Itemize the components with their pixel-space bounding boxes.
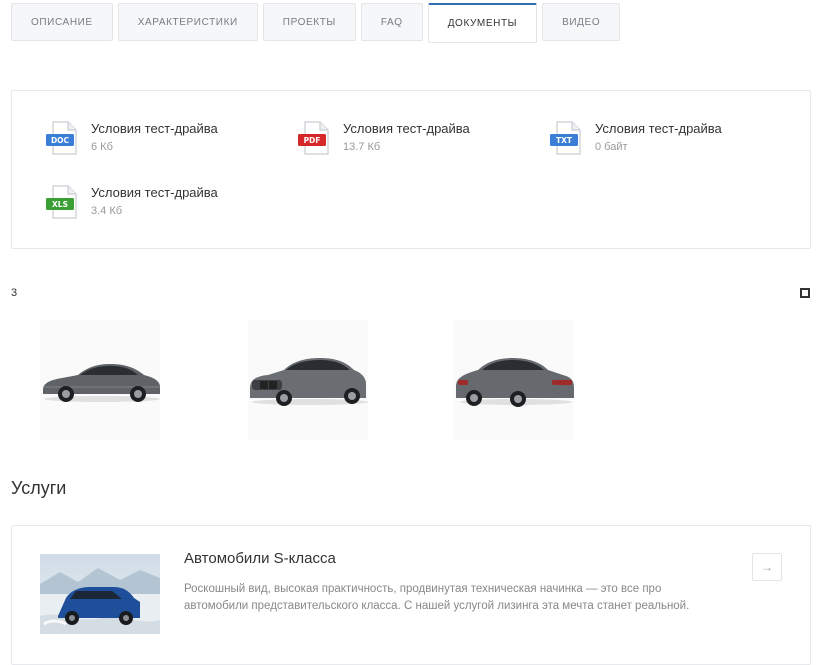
document-item-txt[interactable]: TXT Условия тест-драйва 0 байт [549,121,779,161]
car-front-image [250,358,368,406]
document-title[interactable]: Условия тест-драйва [595,121,722,136]
tab-specifications[interactable]: ХАРАКТЕРИСТИКИ [117,3,258,41]
document-title[interactable]: Условия тест-драйва [343,121,470,136]
document-title[interactable]: Условия тест-драйва [91,121,218,136]
suv-image [40,554,160,634]
document-item-xls[interactable]: XLS Условия тест-драйва 3.4 Кб [45,185,275,225]
gallery-thumb-rear[interactable] [454,320,574,440]
txt-file-icon: TXT [550,121,581,155]
arrow-right-icon[interactable]: → [752,553,782,581]
service-description: Роскошный вид, высокая практичность, про… [184,583,690,612]
service-image[interactable] [40,554,160,634]
document-size: 0 байт [595,141,628,153]
doc-file-icon: DOC [46,121,77,155]
document-size: 13.7 Кб [343,141,381,153]
car-rear-image [456,358,574,407]
xls-file-icon: XLS [46,185,77,219]
tab-projects[interactable]: ПРОЕКТЫ [262,3,356,41]
tab-video[interactable]: ВИДЕО [542,3,621,41]
file-type-label: PDF [304,136,321,145]
tab-faq[interactable]: FAQ [360,3,423,41]
document-item-doc[interactable]: DOC Условия тест-драйва 6 Кб [45,121,275,161]
gallery-thumb-side[interactable] [40,320,160,440]
tab-documents[interactable]: ДОКУМЕНТЫ [427,3,538,43]
tab-description[interactable]: ОПИСАНИЕ [11,3,113,41]
document-size: 3.4 Кб [91,205,123,217]
document-title[interactable]: Условия тест-драйва [91,185,218,200]
service-name[interactable]: Автомобили S-класса [184,550,336,567]
documents-panel: DOC Условия тест-драйва 6 Кб PDF Условия… [11,90,811,249]
square-icon[interactable] [800,288,810,298]
file-type-label: XLS [52,200,68,209]
car-side-image [43,364,160,402]
service-card: Автомобили S-класса Роскошный вид, высок… [11,525,811,665]
document-item-pdf[interactable]: PDF Условия тест-драйва 13.7 Кб [297,121,527,161]
file-type-label: DOC [51,136,70,145]
document-size: 6 Кб [91,141,113,153]
tab-bar: ОПИСАНИЕ ХАРАКТЕРИСТИКИ ПРОЕКТЫ FAQ ДОКУ… [11,3,621,43]
gallery-count: 3 [11,287,18,299]
gallery-thumb-front[interactable] [248,320,368,440]
file-type-label: TXT [556,136,573,145]
services-title: Услуги [11,478,67,498]
pdf-file-icon: PDF [298,121,329,155]
